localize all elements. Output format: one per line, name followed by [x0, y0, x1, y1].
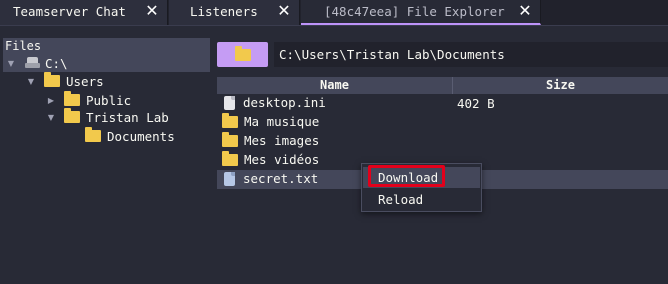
path-input[interactable]: C:\Users\Tristan Lab\Documents — [274, 42, 668, 67]
chevron-down-icon[interactable]: ▼ — [46, 113, 56, 122]
menu-item-reload[interactable]: Reload — [363, 189, 480, 210]
tree-node-public[interactable]: ▶ Public — [46, 91, 131, 109]
chevron-right-icon[interactable]: ▶ — [46, 96, 56, 105]
highlight-annotation — [368, 165, 445, 187]
close-icon[interactable]: ✕ — [518, 3, 532, 19]
tab-bar: Teamserver Chat ✕ Listeners ✕ [48c47eea]… — [0, 0, 668, 26]
table-row[interactable]: desktop.ini 402 B — [217, 94, 668, 113]
file-name: secret.txt — [243, 171, 319, 186]
file-icon — [224, 95, 235, 110]
file-name: Mes vidéos — [244, 152, 320, 167]
close-icon[interactable]: ✕ — [145, 3, 159, 19]
file-name: Mes images — [244, 133, 320, 148]
close-icon[interactable]: ✕ — [277, 3, 291, 19]
table-row[interactable]: Ma musique — [217, 112, 668, 132]
tab-listeners[interactable]: Listeners ✕ — [169, 0, 300, 25]
folder-icon — [44, 72, 60, 87]
tree-node-label: Tristan Lab — [86, 109, 169, 125]
tab-label: Teamserver Chat — [13, 4, 126, 19]
tree-node-tristan-lab[interactable]: ▼ Tristan Lab — [46, 108, 169, 126]
folder-icon — [234, 45, 251, 61]
tree-node-users[interactable]: ▼ Users — [26, 72, 104, 90]
drive-icon — [25, 56, 40, 70]
folder-icon — [222, 150, 238, 166]
tab-file-explorer[interactable]: [48c47eea] File Explorer ✕ — [301, 0, 541, 25]
tree-node-label: Public — [86, 92, 132, 108]
column-header-size[interactable]: Size — [453, 77, 668, 94]
tree-node-label: Documents — [107, 128, 175, 144]
tree-node-c-drive[interactable]: ▼ C:\ — [3, 54, 210, 72]
tree-node-documents[interactable]: Documents — [85, 127, 175, 145]
tree-node-label: C:\ — [45, 55, 68, 71]
folder-icon — [222, 131, 238, 147]
folder-icon — [222, 112, 238, 128]
chevron-down-icon[interactable]: ▼ — [6, 59, 16, 68]
file-table-header: Name Size — [217, 77, 668, 94]
chevron-down-icon[interactable]: ▼ — [26, 77, 36, 86]
tab-label: Listeners — [190, 4, 258, 19]
open-folder-button[interactable] — [217, 42, 268, 67]
tree-header: Files — [3, 38, 210, 54]
file-icon — [224, 171, 235, 186]
folder-icon — [64, 108, 80, 123]
tab-label: [48c47eea] File Explorer — [324, 4, 505, 19]
file-name: desktop.ini — [243, 95, 326, 110]
folder-icon — [85, 127, 101, 142]
tree-node-label: Users — [66, 73, 104, 89]
file-size: 402 B — [457, 96, 495, 111]
file-name: Ma musique — [244, 114, 320, 129]
column-header-name[interactable]: Name — [217, 77, 453, 94]
table-row[interactable]: Mes images — [217, 131, 668, 151]
tab-teamserver-chat[interactable]: Teamserver Chat ✕ — [0, 0, 168, 25]
folder-icon — [64, 91, 80, 106]
